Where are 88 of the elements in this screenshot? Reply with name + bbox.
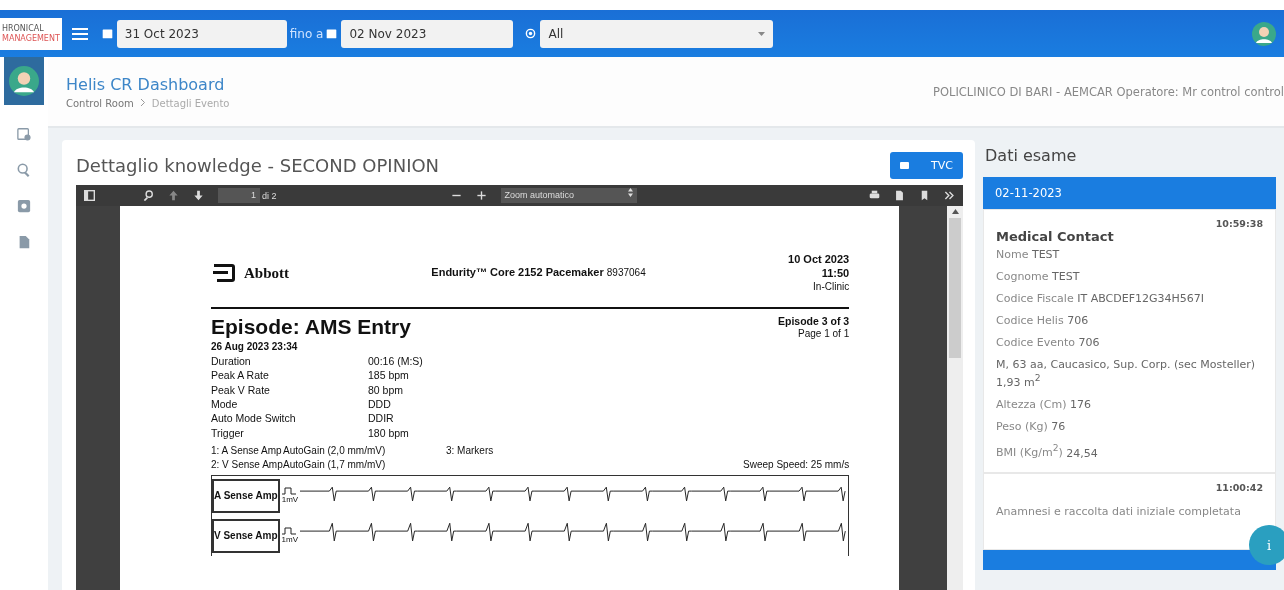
- date-from-field[interactable]: 31 Oct 2023: [116, 19, 287, 48]
- zoom-in-icon[interactable]: [475, 190, 487, 201]
- menu-icon[interactable]: [71, 25, 88, 42]
- entry-time: 10:59:38: [1214, 218, 1263, 229]
- location-select[interactable]: All: [540, 19, 774, 48]
- gain-label: AutoGain (2,0 mm/mV): [283, 443, 387, 458]
- episode-count: Episode 3 of 3: [778, 315, 850, 329]
- entry-text: Anamnesi e raccolta dati iniziale completata: [996, 505, 1242, 519]
- date-header: 02-11-2023: [983, 177, 1276, 209]
- zoom-icon[interactable]: [17, 163, 31, 177]
- info-button[interactable]: i: [1249, 525, 1284, 566]
- date-to-field[interactable]: 02 Nov 2023: [341, 19, 514, 48]
- episode-timestamp: 26 Aug 2023 23:34: [211, 340, 299, 354]
- calendar-icon: [101, 28, 113, 39]
- chevron-icon: [139, 97, 146, 107]
- app-logo: HRONICAL MANAGEMENT: [0, 17, 62, 50]
- breadcrumb-item: Dettagli Evento: [151, 97, 230, 109]
- scroll-up-icon[interactable]: [951, 209, 959, 214]
- strip-label: V Sense Amp: [212, 518, 280, 553]
- field-label: Auto Mode Switch: [211, 411, 297, 426]
- field-label: Duration: [211, 354, 252, 369]
- channel-label: 1: A Sense Amp: [211, 443, 283, 458]
- calendar-clock-icon[interactable]: [17, 127, 31, 141]
- operator-info: POLICLINICO DI BARI - AEMCAR Operatore: Mr control control: [933, 84, 1284, 99]
- calendar-icon: [326, 28, 338, 39]
- settings-icon[interactable]: [17, 199, 31, 213]
- patient-field: Altezza (Cm) 176: [996, 397, 1263, 411]
- patient-field: Nome TEST: [996, 248, 1263, 261]
- episode-title: Episode: AMS Entry: [211, 315, 411, 339]
- location-icon: [525, 28, 537, 39]
- scrollbar[interactable]: [947, 206, 963, 590]
- report-time: 11:50: [820, 266, 850, 281]
- range-label: fino a: [289, 26, 324, 41]
- arrow-up-icon[interactable]: [168, 190, 179, 201]
- zoom-select[interactable]: Zoom automatico: [500, 188, 637, 203]
- field-label: Peak V Rate: [211, 382, 271, 397]
- page-info: Page 1 of 1: [797, 328, 850, 341]
- breadcrumb-item[interactable]: Control Room: [66, 97, 134, 109]
- entry-time: 11:00:42: [1214, 482, 1263, 494]
- tvc-button[interactable]: TVC: [890, 152, 963, 179]
- arrow-down-icon[interactable]: [193, 190, 204, 201]
- legend-note: Sweep Speed: 25 mm/s: [742, 458, 850, 473]
- scale-label: 1mV: [281, 535, 298, 545]
- sidebar-toggle-icon[interactable]: [84, 190, 95, 201]
- field-value: 00:16 (M:S): [368, 354, 424, 369]
- field-value: DDIR: [368, 411, 395, 426]
- page-title: Helis CR Dashboard: [66, 74, 226, 94]
- strip-label: A Sense Amp: [212, 478, 280, 513]
- patient-field: Cognome TEST: [996, 270, 1263, 283]
- page-number-field[interactable]: 1: [218, 188, 260, 203]
- field-label: Peak A Rate: [211, 368, 270, 383]
- abbott-logo-icon: [211, 262, 237, 284]
- channel-label: 2: V Sense Amp: [211, 458, 283, 473]
- download-icon[interactable]: [894, 190, 905, 201]
- patient-field: Peso (Kg) 76: [996, 419, 1263, 433]
- field-value: 185 bpm: [368, 368, 410, 383]
- field-label: Mode: [211, 397, 239, 412]
- panel-title: Dati esame: [985, 146, 1078, 165]
- document-icon[interactable]: [17, 235, 31, 249]
- field-value: 80 bpm: [368, 382, 405, 397]
- calibration-pulse-icon: [281, 527, 296, 536]
- search-icon[interactable]: [143, 190, 154, 201]
- scale-label: 1mV: [281, 495, 299, 505]
- patient-field: M, 63 aa, Caucasico, Sup. Corp. (sec Mosteller) 1,93 m$^{2}$: [996, 358, 1263, 389]
- report-date: 10 Oct 2023: [788, 253, 850, 267]
- brand-name: Abbott: [244, 264, 289, 282]
- field-value: 180 bpm: [368, 425, 410, 440]
- patient-field: BMI (Kg/m$^{2}$) 24,54: [996, 441, 1263, 460]
- user-avatar[interactable]: [1252, 21, 1276, 46]
- video-icon: [900, 162, 909, 169]
- page-count: di 2: [262, 190, 277, 201]
- select-arrows-icon: [627, 188, 633, 197]
- gain-label: AutoGain (1,7 mm/mV): [283, 458, 387, 473]
- entry-heading: Medical Contact: [996, 229, 1115, 244]
- calibration-pulse-icon: [281, 487, 296, 496]
- device-name: Endurity™ Core 2152 Pacemaker 8937064: [431, 266, 646, 280]
- field-value: DDD: [368, 397, 392, 412]
- card-title: Dettaglio knowledge - SECOND OPINION: [76, 155, 440, 176]
- patient-field: Codice Fiscale IT ABCDEF12G34H567I: [996, 292, 1263, 305]
- bookmark-icon[interactable]: [919, 190, 930, 201]
- double-chevron-icon[interactable]: [944, 190, 955, 201]
- patient-field: Codice Evento 706: [996, 336, 1263, 349]
- patient-field: Codice Helis 706: [996, 314, 1263, 327]
- print-icon[interactable]: [869, 190, 880, 201]
- report-setting: In-Clinic: [812, 280, 850, 293]
- caret-icon: [758, 31, 766, 36]
- legend-note: 3: Markers: [446, 443, 495, 458]
- field-label: Trigger: [211, 425, 245, 440]
